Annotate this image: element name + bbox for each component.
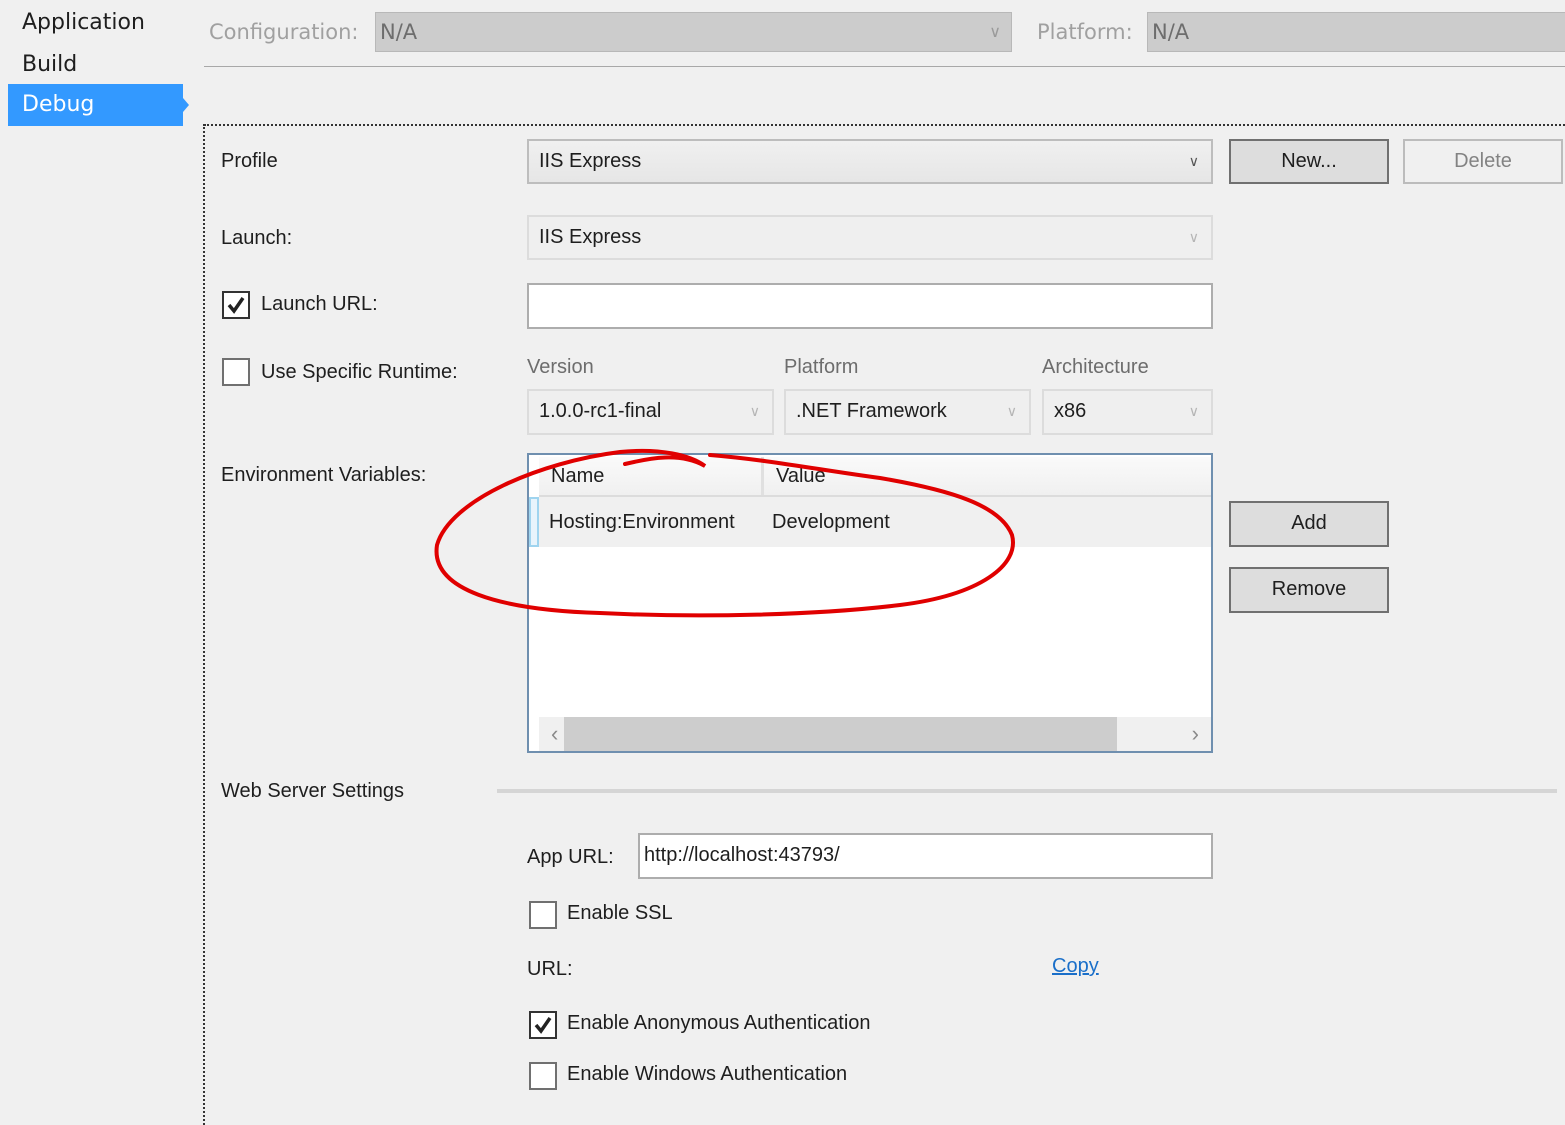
app-url-input[interactable]: http://localhost:43793/ bbox=[638, 833, 1213, 879]
architecture-value: x86 bbox=[1054, 400, 1087, 422]
version-label: Version bbox=[527, 356, 594, 378]
new-profile-button[interactable]: New... bbox=[1229, 139, 1389, 184]
focus-border-top bbox=[204, 124, 1565, 126]
web-server-settings-heading: Web Server Settings bbox=[221, 780, 405, 802]
sidebar-item-build[interactable]: Build bbox=[8, 44, 183, 86]
platform-select[interactable]: N/A bbox=[1147, 12, 1565, 52]
section-divider bbox=[497, 789, 1557, 793]
add-env-var-button[interactable]: Add bbox=[1229, 501, 1389, 547]
checkmark-icon bbox=[227, 297, 245, 314]
chevron-down-icon: ∨ bbox=[989, 22, 1001, 41]
windows-auth-checkbox[interactable] bbox=[529, 1062, 557, 1090]
launch-value: IIS Express bbox=[539, 226, 642, 248]
profile-value: IIS Express bbox=[539, 150, 642, 172]
anonymous-auth-label: Enable Anonymous Authentication bbox=[567, 1012, 871, 1034]
row-selector[interactable] bbox=[529, 497, 539, 547]
scroll-left-icon[interactable]: ‹ bbox=[551, 717, 558, 751]
anonymous-auth-checkbox[interactable] bbox=[529, 1011, 557, 1039]
runtime-platform-label: Platform bbox=[784, 356, 859, 378]
architecture-label: Architecture bbox=[1042, 356, 1149, 378]
runtime-platform-value: .NET Framework bbox=[796, 400, 947, 422]
cell-value[interactable]: Development bbox=[772, 497, 890, 547]
configuration-select[interactable]: N/A ∨ bbox=[375, 12, 1012, 52]
enable-ssl-label: Enable SSL bbox=[567, 902, 673, 924]
specific-runtime-label: Use Specific Runtime: bbox=[261, 361, 458, 383]
configuration-label: Configuration: bbox=[209, 20, 359, 44]
launch-url-checkbox[interactable] bbox=[222, 291, 250, 319]
sidebar-item-application[interactable]: Application bbox=[8, 2, 183, 44]
column-header-value[interactable]: Value bbox=[764, 457, 826, 495]
version-value: 1.0.0-rc1-final bbox=[539, 400, 662, 422]
launch-url-label: Launch URL: bbox=[261, 293, 378, 315]
platform-value: N/A bbox=[1152, 20, 1190, 44]
runtime-platform-select[interactable]: .NET Framework ∨ bbox=[784, 389, 1031, 435]
enable-ssl-checkbox[interactable] bbox=[529, 901, 557, 929]
launch-url-input[interactable] bbox=[527, 283, 1213, 329]
chevron-down-icon: ∨ bbox=[1188, 229, 1199, 245]
sidebar-item-debug[interactable]: Debug bbox=[8, 84, 189, 126]
scrollbar-thumb[interactable] bbox=[564, 717, 1117, 751]
env-vars-label: Environment Variables: bbox=[221, 464, 427, 486]
windows-auth-label: Enable Windows Authentication bbox=[567, 1063, 848, 1085]
copy-link[interactable]: Copy bbox=[1052, 955, 1099, 978]
specific-runtime-checkbox[interactable] bbox=[222, 358, 250, 386]
table-row[interactable]: Hosting:Environment Development bbox=[529, 497, 1211, 547]
platform-label: Platform: bbox=[1037, 20, 1133, 44]
url-label: URL: bbox=[527, 958, 573, 980]
remove-env-var-button[interactable]: Remove bbox=[1229, 567, 1389, 613]
launch-select[interactable]: IIS Express ∨ bbox=[527, 215, 1213, 260]
launch-label: Launch: bbox=[221, 227, 293, 249]
checkmark-icon bbox=[534, 1017, 552, 1034]
chevron-down-icon: ∨ bbox=[1188, 403, 1199, 419]
cell-name[interactable]: Hosting:Environment bbox=[549, 497, 735, 547]
architecture-select[interactable]: x86 ∨ bbox=[1042, 389, 1213, 435]
app-url-label: App URL: bbox=[527, 846, 614, 868]
divider bbox=[204, 66, 1565, 67]
column-header-name[interactable]: Name bbox=[539, 457, 761, 495]
chevron-down-icon: ∨ bbox=[1006, 403, 1017, 419]
profile-select[interactable]: IIS Express ∨ bbox=[527, 139, 1213, 184]
horizontal-scrollbar[interactable]: ‹ › bbox=[539, 717, 1211, 751]
profile-label: Profile bbox=[221, 150, 278, 172]
chevron-down-icon: ∨ bbox=[1188, 153, 1199, 169]
grid-header: Name Value bbox=[539, 457, 1211, 497]
env-vars-grid[interactable]: Name Value Hosting:Environment Developme… bbox=[527, 453, 1213, 753]
configuration-value: N/A bbox=[380, 20, 418, 44]
delete-profile-button[interactable]: Delete bbox=[1403, 139, 1563, 184]
focus-border-left bbox=[203, 124, 205, 1125]
version-select[interactable]: 1.0.0-rc1-final ∨ bbox=[527, 389, 774, 435]
scroll-right-icon[interactable]: › bbox=[1192, 717, 1199, 751]
chevron-down-icon: ∨ bbox=[749, 403, 760, 419]
